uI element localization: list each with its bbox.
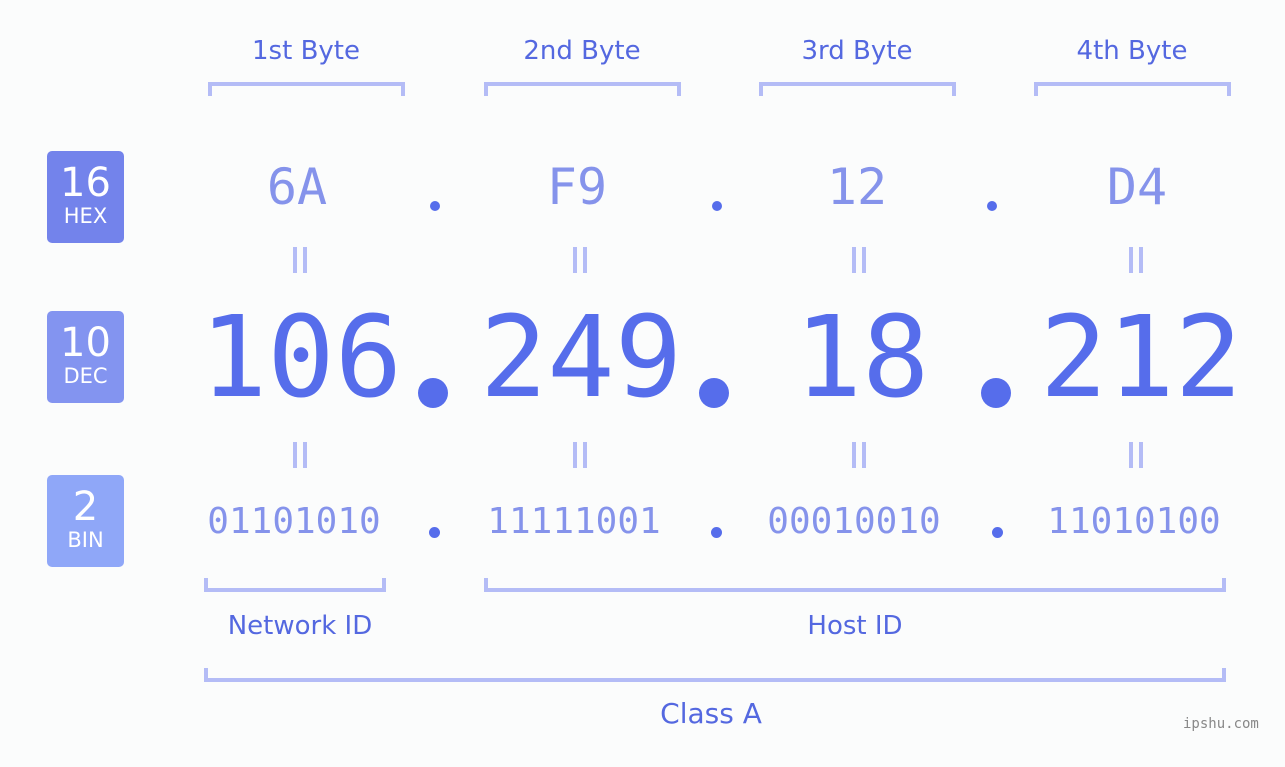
bin-byte-4: 11010100 <box>1047 501 1221 542</box>
bin-byte-3: 00010010 <box>767 501 941 542</box>
bin-dot-2 <box>711 527 722 538</box>
equals-sign <box>570 247 590 273</box>
dec-byte-4: 212 <box>1039 293 1243 423</box>
hex-byte-2: F9 <box>546 158 608 216</box>
byte-bracket-4 <box>1034 82 1231 96</box>
hex-badge-label: HEX <box>63 204 108 228</box>
dec-dot-1 <box>418 378 448 408</box>
bin-byte-1: 01101010 <box>207 501 381 542</box>
hex-dot-2 <box>712 201 722 211</box>
hex-badge: 16 HEX <box>47 151 124 243</box>
bin-badge: 2 BIN <box>47 475 124 567</box>
hex-byte-4: D4 <box>1106 158 1168 216</box>
bin-badge-label: BIN <box>67 528 104 552</box>
byte-bracket-3 <box>759 82 956 96</box>
class-label: Class A <box>660 697 762 730</box>
hex-badge-base: 16 <box>60 160 111 206</box>
byte-title-3: 3rd Byte <box>801 36 913 66</box>
equals-sign <box>570 442 590 468</box>
equals-sign <box>290 442 310 468</box>
network-id-bracket <box>204 578 386 592</box>
byte-title-1: 1st Byte <box>252 36 360 66</box>
dec-byte-1: 106 <box>199 293 403 423</box>
dec-byte-2: 249 <box>479 293 683 423</box>
dec-dot-3 <box>981 378 1011 408</box>
host-id-bracket <box>484 578 1226 592</box>
equals-sign <box>290 247 310 273</box>
dec-badge: 10 DEC <box>47 311 124 403</box>
dec-byte-3: 18 <box>794 293 930 423</box>
bin-byte-2: 11111001 <box>487 501 661 542</box>
byte-title-4: 4th Byte <box>1076 36 1188 66</box>
byte-bracket-1 <box>208 82 405 96</box>
host-id-label: Host ID <box>807 611 903 641</box>
equals-sign <box>849 442 869 468</box>
equals-sign <box>849 247 869 273</box>
class-bracket <box>204 668 1226 682</box>
dec-dot-2 <box>699 378 729 408</box>
bin-dot-3 <box>992 527 1003 538</box>
equals-sign <box>1126 247 1146 273</box>
byte-title-2: 2nd Byte <box>523 36 641 66</box>
watermark: ipshu.com <box>1183 716 1259 732</box>
hex-byte-1: 6A <box>266 158 328 216</box>
network-id-label: Network ID <box>227 611 373 641</box>
bin-badge-base: 2 <box>72 484 99 530</box>
byte-bracket-2 <box>484 82 681 96</box>
equals-sign <box>1126 442 1146 468</box>
hex-dot-1 <box>430 201 440 211</box>
dec-badge-label: DEC <box>63 364 108 388</box>
hex-dot-3 <box>987 201 997 211</box>
bin-dot-1 <box>429 527 440 538</box>
hex-byte-3: 12 <box>826 158 888 216</box>
dec-badge-base: 10 <box>60 320 111 366</box>
